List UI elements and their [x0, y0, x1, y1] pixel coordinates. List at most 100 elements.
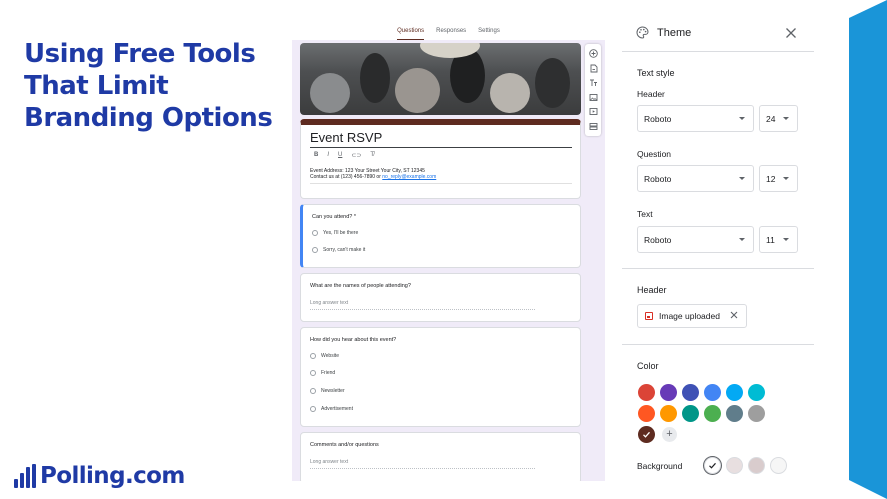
header-font-select[interactable]: Roboto — [637, 105, 754, 132]
question-card[interactable]: What are the names of people attending? … — [300, 273, 581, 322]
add-video-icon[interactable] — [588, 106, 598, 116]
color-swatch[interactable] — [748, 384, 765, 401]
theme-title: Theme — [657, 27, 692, 39]
color-swatch[interactable] — [748, 405, 765, 422]
add-question-icon[interactable] — [588, 48, 598, 58]
background-swatch[interactable] — [770, 457, 787, 474]
close-icon[interactable] — [785, 27, 797, 39]
slide-title-line: Branding Options — [24, 103, 273, 133]
radio-option[interactable]: Yes, I'll be there — [312, 230, 358, 236]
add-title-icon[interactable] — [588, 77, 598, 87]
link-icon[interactable]: ⊂⊃ — [351, 152, 361, 159]
chip-label: Image uploaded — [659, 311, 720, 321]
text-style-label: Text style — [637, 68, 675, 78]
header-image-chip[interactable]: Image uploaded — [637, 304, 747, 328]
add-section-icon[interactable] — [588, 121, 598, 131]
question-card[interactable]: How did you hear about this event? Websi… — [300, 327, 581, 427]
italic-button[interactable]: I — [327, 152, 329, 159]
radio-circle[interactable] — [310, 388, 316, 394]
add-image-icon[interactable] — [588, 92, 598, 102]
option-label: Friend — [321, 370, 336, 376]
question-card[interactable]: Comments and/or questions Long answer te… — [300, 432, 581, 481]
header-size-select[interactable]: 24 — [759, 105, 798, 132]
tab-responses[interactable]: Responses — [436, 23, 466, 40]
color-swatch[interactable] — [660, 405, 677, 422]
description-line: Contact us at (123) 456-7890 or no_reply… — [310, 174, 437, 180]
long-answer-field[interactable]: Long answer text — [310, 459, 535, 469]
underline-button[interactable]: U — [338, 152, 342, 159]
question-size-select[interactable]: 12 — [759, 165, 798, 192]
color-swatch[interactable] — [704, 405, 721, 422]
color-swatch[interactable] — [726, 405, 743, 422]
description-divider — [310, 183, 572, 184]
image-icon — [645, 312, 653, 320]
radio-option[interactable]: Sorry, can't make it — [312, 247, 365, 253]
color-swatch[interactable] — [704, 384, 721, 401]
title-underline — [310, 147, 572, 148]
add-custom-color-button[interactable]: + — [662, 427, 677, 442]
color-swatch[interactable] — [660, 384, 677, 401]
color-swatch[interactable] — [682, 384, 699, 401]
option-label: Advertisement — [321, 406, 353, 412]
radio-circle[interactable] — [310, 353, 316, 359]
form-description[interactable]: Event Address: 123 Your Street Your City… — [310, 168, 436, 180]
color-swatch[interactable] — [726, 384, 743, 401]
chevron-down-icon — [739, 177, 745, 180]
slide-title-line: Using Free Tools — [24, 39, 256, 69]
long-answer-field[interactable]: Long answer text — [310, 300, 535, 310]
format-toolbar: B I U ⊂⊃ T̸ — [314, 152, 374, 159]
forms-editor: Questions Responses Settings Event RSVP … — [292, 23, 605, 481]
background-swatch[interactable] — [704, 457, 721, 474]
radio-circle[interactable] — [310, 406, 316, 412]
form-title-card: Event RSVP B I U ⊂⊃ T̸ Event Address: 12… — [300, 119, 581, 199]
theme-panel: Theme Text style Header Roboto 24 Questi… — [622, 14, 814, 499]
color-swatch[interactable] — [638, 405, 655, 422]
theme-header: Theme — [622, 14, 814, 52]
logo-text: Polling.com — [40, 463, 185, 489]
tab-questions[interactable]: Questions — [397, 23, 425, 40]
background-swatch[interactable] — [748, 457, 765, 474]
radio-option[interactable]: Website — [310, 353, 339, 359]
radio-circle[interactable] — [312, 247, 318, 253]
email-link[interactable]: no_reply@example.com — [382, 174, 436, 180]
chevron-down-icon — [783, 177, 789, 180]
option-label: Website — [321, 353, 339, 359]
slide-title: Using Free Tools That Limit Branding Opt… — [24, 38, 284, 134]
bold-button[interactable]: B — [314, 152, 318, 159]
color-label: Color — [637, 361, 659, 371]
radio-option[interactable]: Advertisement — [310, 406, 353, 412]
color-swatch[interactable] — [682, 405, 699, 422]
remove-image-icon[interactable] — [729, 310, 739, 320]
text-size-select[interactable]: 11 — [759, 226, 798, 253]
clear-format-icon[interactable]: T̸ — [370, 152, 374, 159]
radio-option[interactable]: Friend — [310, 370, 335, 376]
chevron-down-icon — [739, 238, 745, 241]
text-font-select[interactable]: Roboto — [637, 226, 754, 253]
background-label: Background — [637, 461, 683, 471]
text-font-label: Text — [637, 209, 653, 219]
palette-icon — [636, 26, 649, 39]
selected-color-swatch[interactable] — [638, 426, 655, 443]
bar-chart-icon — [14, 464, 36, 488]
tab-settings[interactable]: Settings — [478, 23, 500, 40]
header-font-label: Header — [637, 89, 665, 99]
background-swatch[interactable] — [726, 457, 743, 474]
question-font-select[interactable]: Roboto — [637, 165, 754, 192]
form-title[interactable]: Event RSVP — [310, 130, 382, 145]
chevron-down-icon — [739, 117, 745, 120]
check-icon — [643, 431, 650, 438]
forms-tabs: Questions Responses Settings — [292, 23, 605, 40]
color-swatch[interactable] — [638, 384, 655, 401]
question-title: Comments and/or questions — [310, 442, 379, 448]
radio-circle[interactable] — [310, 370, 316, 376]
slide-title-line: That Limit — [24, 71, 169, 101]
header-image-label: Header — [637, 285, 667, 295]
question-side-toolbar — [585, 44, 601, 136]
radio-option[interactable]: Newsletter — [310, 388, 345, 394]
question-font-label: Question — [637, 149, 672, 159]
import-questions-icon[interactable] — [588, 63, 598, 73]
question-card[interactable]: Can you attend? * Yes, I'll be there Sor… — [300, 204, 581, 268]
option-label: Yes, I'll be there — [323, 230, 359, 236]
radio-circle[interactable] — [312, 230, 318, 236]
header-image — [300, 43, 581, 115]
